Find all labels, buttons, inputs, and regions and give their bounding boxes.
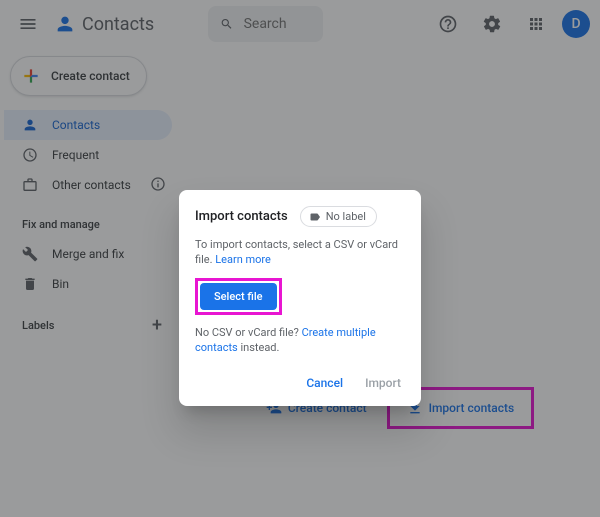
modal-overlay: Import contacts No label To import conta… — [0, 0, 600, 517]
highlight-annotation: Select file — [195, 278, 282, 315]
import-dialog: Import contacts No label To import conta… — [179, 190, 421, 406]
dialog-title: Import contacts — [195, 209, 288, 224]
label-chip-text: No label — [326, 210, 366, 223]
select-file-button[interactable]: Select file — [200, 283, 277, 310]
learn-more-link[interactable]: Learn more — [215, 253, 271, 266]
dialog-alt-text: No CSV or vCard file? Create multiple co… — [195, 325, 405, 356]
label-selector-chip[interactable]: No label — [300, 206, 377, 227]
cancel-button[interactable]: Cancel — [302, 370, 347, 396]
label-icon — [309, 211, 321, 223]
dialog-instructions: To import contacts, select a CSV or vCar… — [195, 237, 405, 268]
import-button[interactable]: Import — [361, 370, 405, 396]
